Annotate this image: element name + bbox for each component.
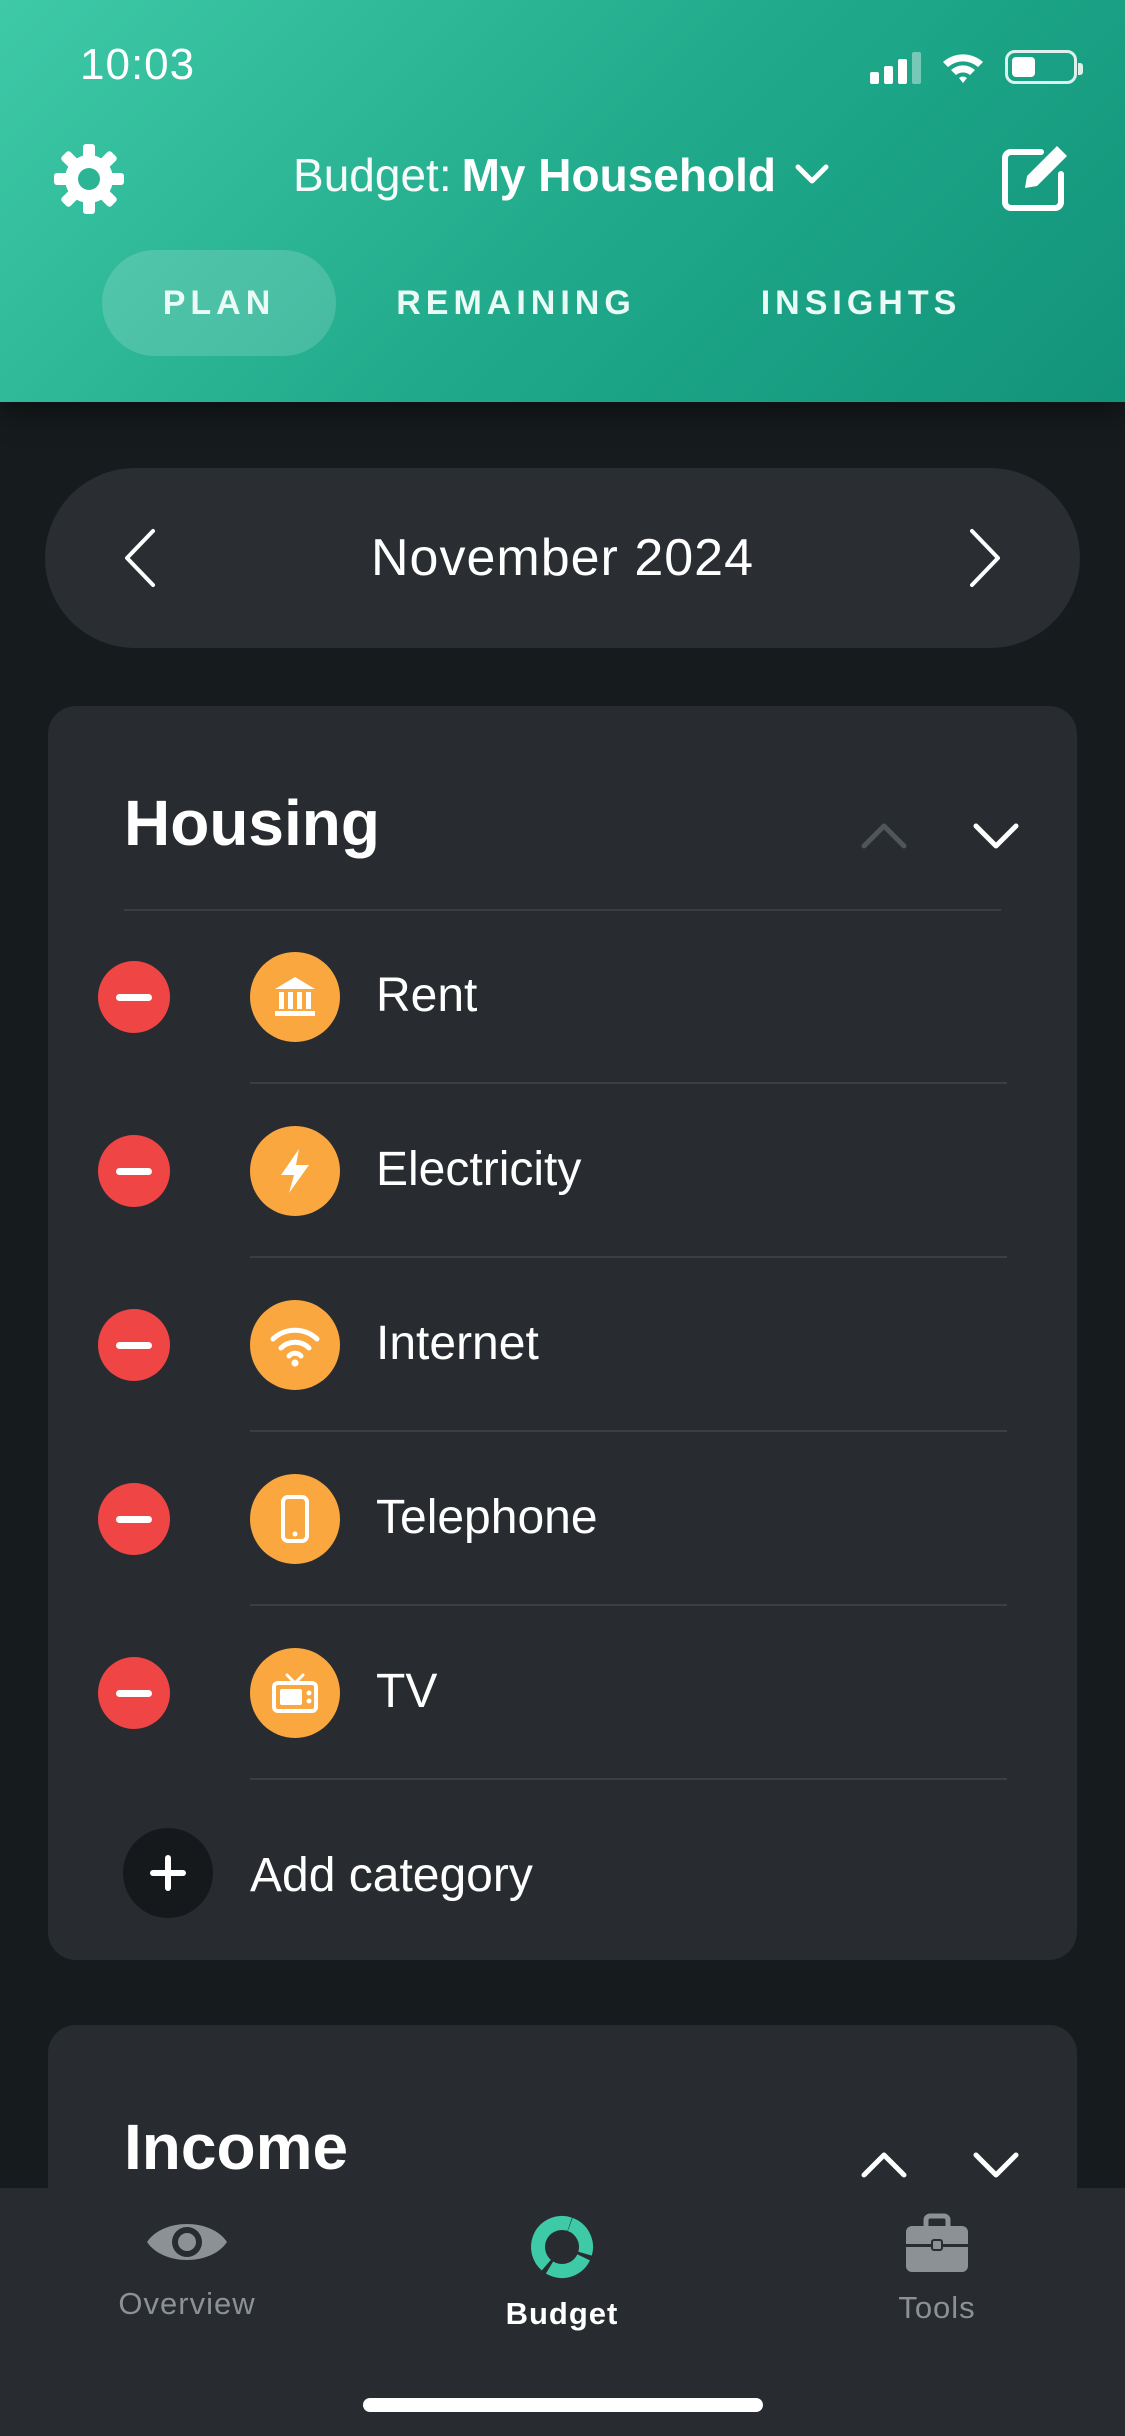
tab-remaining[interactable]: REMAINING <box>336 250 696 356</box>
chevron-right-icon[interactable] <box>960 523 1010 593</box>
tab-plan[interactable]: PLAN <box>102 250 336 356</box>
battery-icon <box>1005 50 1083 84</box>
group-title: Housing <box>124 787 380 859</box>
month-label: November 2024 <box>371 529 754 587</box>
nav-label: Tools <box>898 2290 976 2325</box>
category-label: Internet <box>376 1317 539 1370</box>
chevron-down-icon[interactable] <box>966 2135 1026 2195</box>
nav-label: Budget <box>505 2296 619 2331</box>
housing-group-card: Housing Rent Electricity Internet Teleph… <box>48 706 1077 1960</box>
divider <box>250 1778 1007 1780</box>
add-category-label: Add category <box>250 1849 533 1902</box>
status-time: 10:03 <box>80 40 196 89</box>
remove-button[interactable] <box>98 1657 170 1729</box>
chevron-down-icon <box>795 164 829 184</box>
category-row-electricity[interactable]: Electricity <box>48 1084 1077 1258</box>
category-row-rent[interactable]: Rent <box>48 910 1077 1084</box>
category-row-telephone[interactable]: Telephone <box>48 1432 1077 1606</box>
chevron-left-icon[interactable] <box>115 523 165 593</box>
tab-insights[interactable]: INSIGHTS <box>696 250 1026 356</box>
nav-overview[interactable]: Overview <box>57 2212 317 2322</box>
category-row-internet[interactable]: Internet <box>48 1258 1077 1432</box>
budget-name: My Household <box>461 149 776 201</box>
nav-label: Overview <box>118 2286 256 2321</box>
wifi-status-icon <box>943 54 983 83</box>
status-icons <box>870 50 1083 84</box>
edit-compose-icon[interactable] <box>997 140 1073 216</box>
nav-tools[interactable]: Tools <box>807 2212 1067 2326</box>
remove-button[interactable] <box>98 961 170 1033</box>
category-label: TV <box>376 1665 438 1718</box>
lightning-icon <box>250 1126 340 1216</box>
app-header: 10:03 Budget: My Household PLAN REMAININ… <box>0 0 1125 402</box>
signal-icon <box>870 50 921 84</box>
tab-bar: PLAN REMAINING INSIGHTS <box>102 250 1026 356</box>
phone-icon <box>250 1474 340 1564</box>
category-row-tv[interactable]: TV <box>48 1606 1077 1780</box>
budget-ring-icon <box>531 2216 593 2278</box>
category-label: Electricity <box>376 1143 582 1196</box>
home-indicator[interactable] <box>363 2398 763 2412</box>
plus-icon[interactable] <box>123 1828 213 1918</box>
category-label: Rent <box>376 969 478 1022</box>
eye-icon <box>147 2224 227 2260</box>
chevron-up-icon[interactable] <box>854 806 914 866</box>
nav-budget[interactable]: Budget <box>432 2212 692 2332</box>
tv-icon <box>250 1648 340 1738</box>
month-selector: November 2024 <box>45 468 1080 648</box>
remove-button[interactable] <box>98 1483 170 1555</box>
chevron-down-icon[interactable] <box>966 806 1026 866</box>
add-category-button[interactable]: Add category <box>48 1814 1077 1934</box>
briefcase-icon <box>906 2213 968 2272</box>
budget-prefix: Budget: <box>293 149 452 201</box>
remove-button[interactable] <box>98 1309 170 1381</box>
category-label: Telephone <box>376 1491 598 1544</box>
bank-icon <box>250 952 340 1042</box>
wifi-icon <box>250 1300 340 1390</box>
remove-button[interactable] <box>98 1135 170 1207</box>
group-title: Income <box>124 2111 349 2183</box>
chevron-up-icon[interactable] <box>854 2135 914 2195</box>
battery-level <box>1012 57 1036 77</box>
budget-selector[interactable]: Budget: My Household <box>0 148 1125 202</box>
